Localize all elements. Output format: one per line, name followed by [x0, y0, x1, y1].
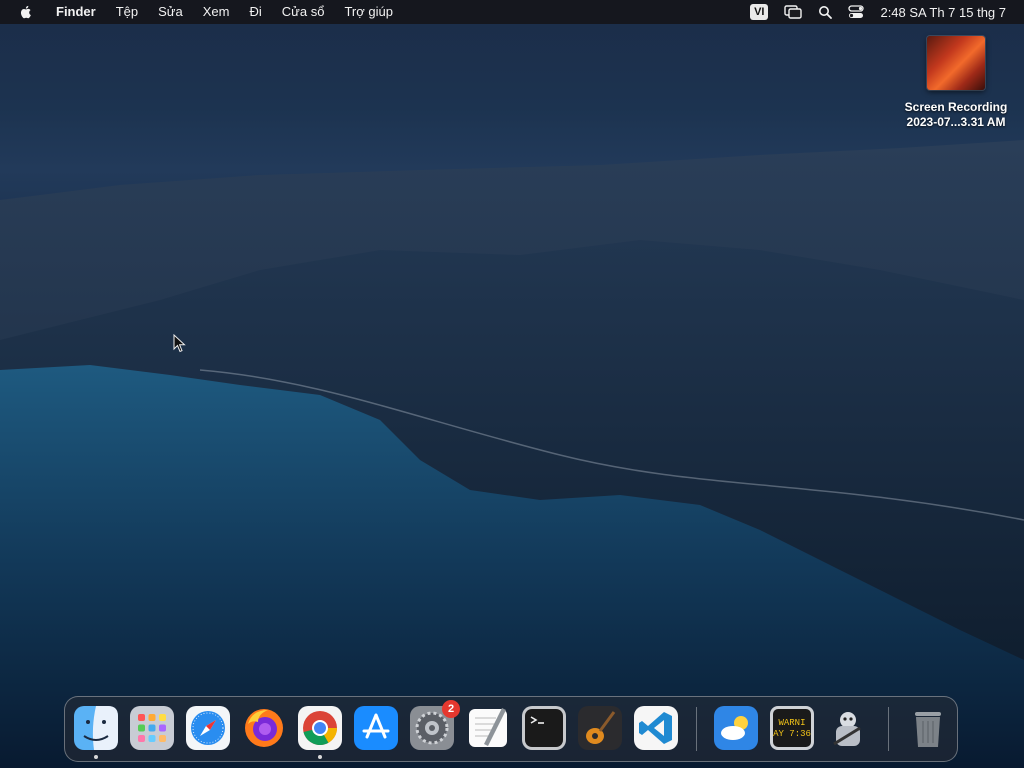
- search-icon[interactable]: [818, 5, 833, 19]
- vscode-icon[interactable]: [634, 706, 678, 750]
- textedit-icon[interactable]: [466, 706, 510, 750]
- gear-icon[interactable]: 2: [410, 700, 460, 750]
- status-area: VI 2:48 SA Th 7 15 thg 7: [734, 0, 1024, 24]
- menu-window[interactable]: Cửa sổ: [272, 0, 335, 24]
- safari-icon[interactable]: [186, 706, 230, 750]
- app-store-icon[interactable]: [354, 706, 398, 750]
- automator-icon[interactable]: [826, 706, 870, 750]
- finder-icon[interactable]: [74, 706, 118, 750]
- mouse-pointer-icon: [173, 334, 186, 353]
- dock-separator: [888, 707, 889, 751]
- video-thumbnail-icon: [927, 36, 985, 90]
- menu-app-name[interactable]: Finder: [46, 0, 106, 24]
- console-icon[interactable]: WARNI AY 7:36: [770, 706, 814, 750]
- dock-separator: [696, 707, 697, 751]
- guitar-icon[interactable]: [578, 706, 622, 750]
- desktop-wallpaper: [0, 0, 1024, 768]
- desktop-file-screen-recording[interactable]: Screen Recording 2023-07...3.31 AM: [898, 36, 1014, 130]
- desktop-file-label-line1: Screen Recording: [904, 100, 1008, 114]
- menu-bar: Finder Tệp Sửa Xem Đi Cửa sổ Trợ giúp VI: [0, 0, 1024, 24]
- apple-menu-icon[interactable]: [18, 4, 34, 20]
- running-indicator: [318, 755, 322, 759]
- menu-file[interactable]: Tệp: [106, 0, 148, 24]
- running-indicator: [94, 755, 98, 759]
- menu-go[interactable]: Đi: [239, 0, 271, 24]
- dock: 2 WARNI AY 7:36: [64, 696, 958, 762]
- console-text-line1: WARNI: [778, 718, 805, 728]
- input-source-indicator[interactable]: VI: [750, 4, 769, 20]
- menu-view[interactable]: Xem: [193, 0, 240, 24]
- chrome-icon[interactable]: [298, 706, 342, 750]
- control-center-icon[interactable]: [848, 5, 865, 19]
- console-text-line2: AY 7:36: [773, 729, 811, 739]
- menu-help[interactable]: Trợ giúp: [334, 0, 403, 24]
- screen-mirroring-icon[interactable]: [784, 5, 803, 19]
- menu-edit[interactable]: Sửa: [148, 0, 193, 24]
- notification-badge: 2: [442, 700, 460, 718]
- wallpaper-landscape: [0, 140, 1024, 768]
- launchpad-icon[interactable]: [130, 706, 174, 750]
- trash-icon[interactable]: [906, 706, 950, 750]
- desktop-file-label-line2: 2023-07...3.31 AM: [906, 115, 1006, 129]
- firefox-icon[interactable]: [242, 706, 286, 750]
- terminal-icon[interactable]: [522, 706, 566, 750]
- weather-icon[interactable]: [714, 706, 758, 750]
- menu-clock[interactable]: 2:48 SA Th 7 15 thg 7: [880, 5, 1006, 20]
